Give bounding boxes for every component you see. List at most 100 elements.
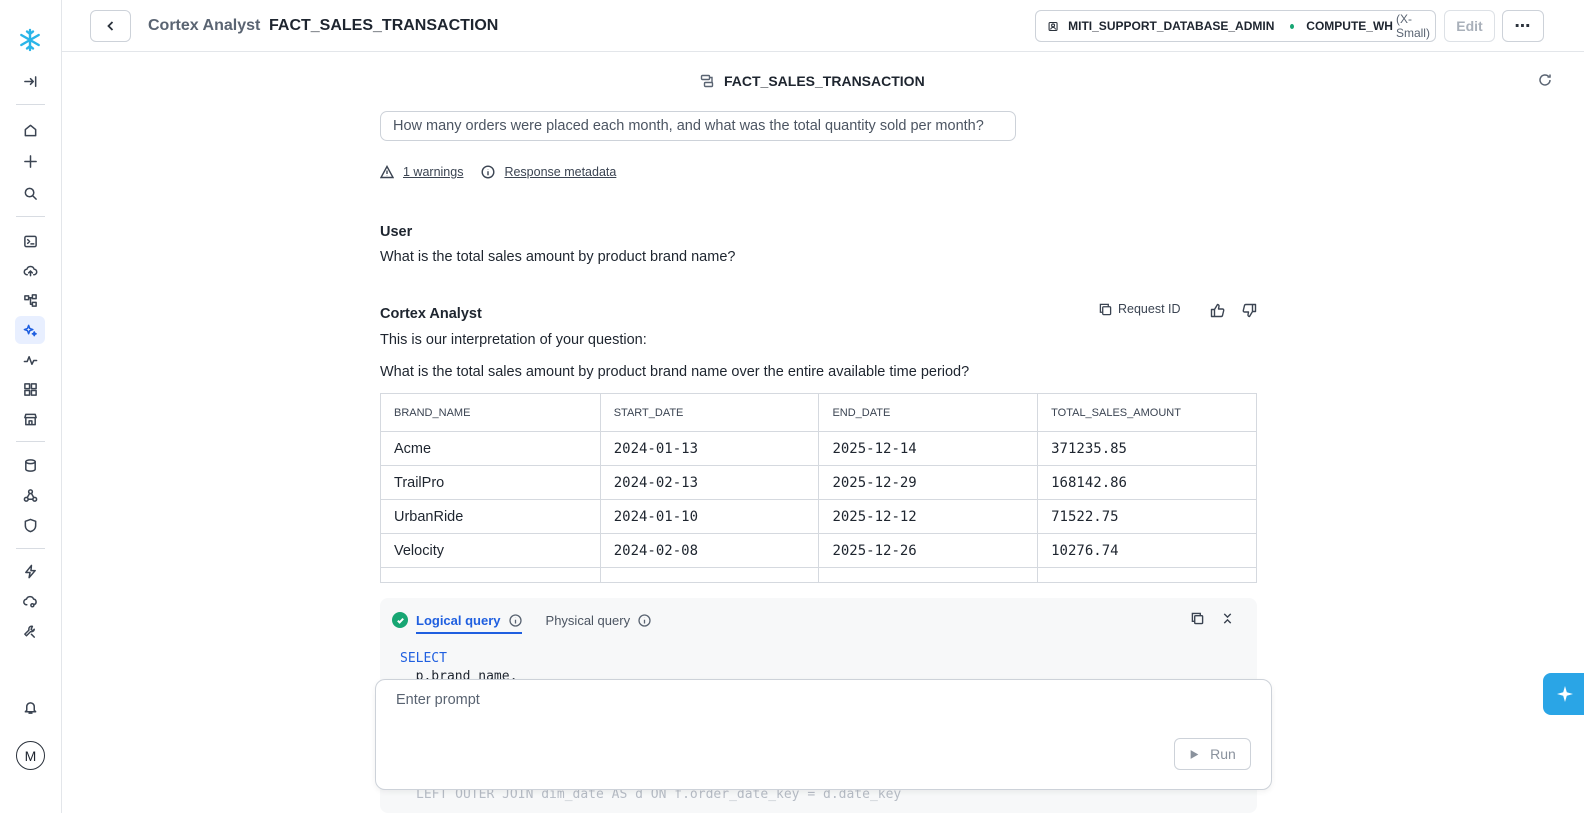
table-cell[interactable]: 2024-01-10 xyxy=(599,499,820,534)
refresh-icon xyxy=(1539,74,1551,86)
interpretation-text: What is the total sales amount by produc… xyxy=(380,364,970,380)
table-cell[interactable]: Acme xyxy=(380,431,601,466)
expand-sidebar-icon[interactable] xyxy=(15,67,45,95)
table-cell[interactable]: 2025-12-12 xyxy=(818,499,1039,534)
breadcrumb-app: Cortex Analyst xyxy=(148,17,261,34)
warehouse-status-dot xyxy=(1290,23,1295,29)
table-cell[interactable]: 2025-12-26 xyxy=(818,533,1039,568)
table-cell[interactable]: 2025-12-29 xyxy=(818,465,1039,500)
check-icon xyxy=(392,612,408,628)
worksheet-icon[interactable] xyxy=(15,227,45,255)
upload-cloud-icon[interactable] xyxy=(15,256,45,284)
thumbs-up-icon[interactable] xyxy=(1210,303,1225,318)
response-meta: 1 warnings Response metadata xyxy=(380,165,616,179)
query-toolbar xyxy=(1179,608,1239,628)
prompt-box: Run xyxy=(375,679,1272,790)
collapse-query-button[interactable] xyxy=(1215,608,1239,628)
response-metadata-link[interactable]: Response metadata xyxy=(504,165,616,179)
table-cell[interactable]: 2024-02-08 xyxy=(599,533,820,568)
play-icon xyxy=(1190,749,1199,759)
table-row: UrbanRide 2024-01-10 2025-12-12 71522.75 xyxy=(380,499,1257,534)
sparkle-icon xyxy=(1557,686,1573,702)
top-bar: Cortex Analyst FACT_SALES_TRANSACTION MI… xyxy=(62,0,1584,52)
results-table: BRAND_NAME START_DATE END_DATE TOTAL_SAL… xyxy=(380,393,1257,583)
query-tabs: Logical query Physical query xyxy=(392,609,652,634)
plus-icon[interactable] xyxy=(15,147,45,175)
lightning-icon[interactable] xyxy=(15,557,45,585)
search-icon[interactable] xyxy=(15,179,45,207)
tab-logical-query[interactable]: Logical query xyxy=(416,613,522,634)
user-message: What is the total sales amount by produc… xyxy=(380,249,736,265)
chevron-left-icon xyxy=(106,21,113,31)
home-icon[interactable] xyxy=(15,116,45,144)
warehouse-size: (X-Small) xyxy=(1395,12,1430,40)
divider xyxy=(16,441,45,442)
table-cell[interactable]: 2025-12-14 xyxy=(818,431,1039,466)
governance-icon[interactable] xyxy=(15,481,45,509)
role-name: MITI_SUPPORT_DATABASE_ADMIN xyxy=(1068,19,1275,33)
table-row: TrailPro 2024-02-13 2025-12-29 168142.86 xyxy=(380,465,1257,500)
table-row: Velocity 2024-02-08 2025-12-26 10276.74 xyxy=(380,533,1257,568)
marketplace-icon[interactable] xyxy=(15,405,45,433)
column-header[interactable]: END_DATE xyxy=(818,393,1039,432)
warning-icon xyxy=(380,165,394,179)
divider xyxy=(16,104,45,105)
table-row-partial xyxy=(380,567,1257,583)
table-cell[interactable]: 371235.85 xyxy=(1037,431,1257,466)
cloud-settings-icon[interactable] xyxy=(15,587,45,615)
info-icon xyxy=(638,613,651,627)
table-cell[interactable]: 71522.75 xyxy=(1037,499,1257,534)
table-cell[interactable]: UrbanRide xyxy=(380,499,601,534)
tab-physical-query[interactable]: Physical query xyxy=(546,613,652,628)
request-id-button[interactable]: Request ID xyxy=(1099,302,1181,316)
column-header[interactable]: TOTAL_SALES_AMOUNT xyxy=(1037,393,1257,432)
apps-grid-icon[interactable] xyxy=(15,375,45,403)
info-icon xyxy=(481,165,495,179)
snowflake-logo-icon[interactable] xyxy=(15,26,45,54)
info-icon xyxy=(508,613,522,627)
suggested-question[interactable]: How many orders were placed each month, … xyxy=(380,111,1016,141)
context-selector[interactable]: MITI_SUPPORT_DATABASE_ADMIN COMPUTE_WH (… xyxy=(1035,10,1436,42)
table-cell[interactable]: 10276.74 xyxy=(1037,533,1257,568)
assistant-label: Cortex Analyst xyxy=(380,306,482,322)
edit-button[interactable]: Edit xyxy=(1444,10,1495,42)
table-cell[interactable]: 2024-02-13 xyxy=(599,465,820,500)
shield-icon[interactable] xyxy=(15,511,45,539)
back-button[interactable] xyxy=(90,10,131,42)
column-header[interactable]: START_DATE xyxy=(599,393,820,432)
warehouse-name: COMPUTE_WH xyxy=(1306,19,1393,33)
monitoring-icon[interactable] xyxy=(15,346,45,374)
role-icon xyxy=(1048,21,1058,31)
data-products-icon[interactable] xyxy=(15,286,45,314)
warnings-link[interactable]: 1 warnings xyxy=(403,165,463,179)
semantic-model-icon xyxy=(700,74,714,88)
database-icon[interactable] xyxy=(15,451,45,479)
copy-query-button[interactable] xyxy=(1185,608,1209,628)
table-header-row: BRAND_NAME START_DATE END_DATE TOTAL_SAL… xyxy=(380,393,1257,432)
prompt-input[interactable] xyxy=(396,692,1236,708)
page-title: FACT_SALES_TRANSACTION xyxy=(269,17,499,34)
semantic-model-title: FACT_SALES_TRANSACTION xyxy=(700,73,925,89)
table-cell[interactable]: 168142.86 xyxy=(1037,465,1257,500)
admin-tools-icon[interactable] xyxy=(15,617,45,645)
copy-icon xyxy=(1191,612,1203,624)
refresh-button[interactable] xyxy=(1538,73,1554,89)
table-cell[interactable]: 2024-01-13 xyxy=(599,431,820,466)
avatar[interactable]: M xyxy=(16,741,45,770)
thumbs-down-icon[interactable] xyxy=(1242,303,1257,318)
run-button[interactable]: Run xyxy=(1174,738,1251,770)
collapse-icon xyxy=(1223,612,1231,624)
divider xyxy=(16,548,45,549)
table-cell[interactable]: TrailPro xyxy=(380,465,601,500)
more-options-button[interactable]: ⋯ xyxy=(1502,10,1544,42)
interpretation-intro: This is our interpretation of your quest… xyxy=(380,332,647,348)
column-header[interactable]: BRAND_NAME xyxy=(380,393,601,432)
left-sidebar: M xyxy=(0,0,62,813)
table-cell[interactable]: Velocity xyxy=(380,533,601,568)
table-row: Acme 2024-01-13 2025-12-14 371235.85 xyxy=(380,431,1257,466)
user-label: User xyxy=(380,224,413,240)
copilot-button[interactable] xyxy=(1543,673,1584,715)
ai-ml-icon[interactable] xyxy=(15,316,45,344)
bell-icon[interactable] xyxy=(15,693,45,721)
copy-icon xyxy=(1099,303,1112,315)
